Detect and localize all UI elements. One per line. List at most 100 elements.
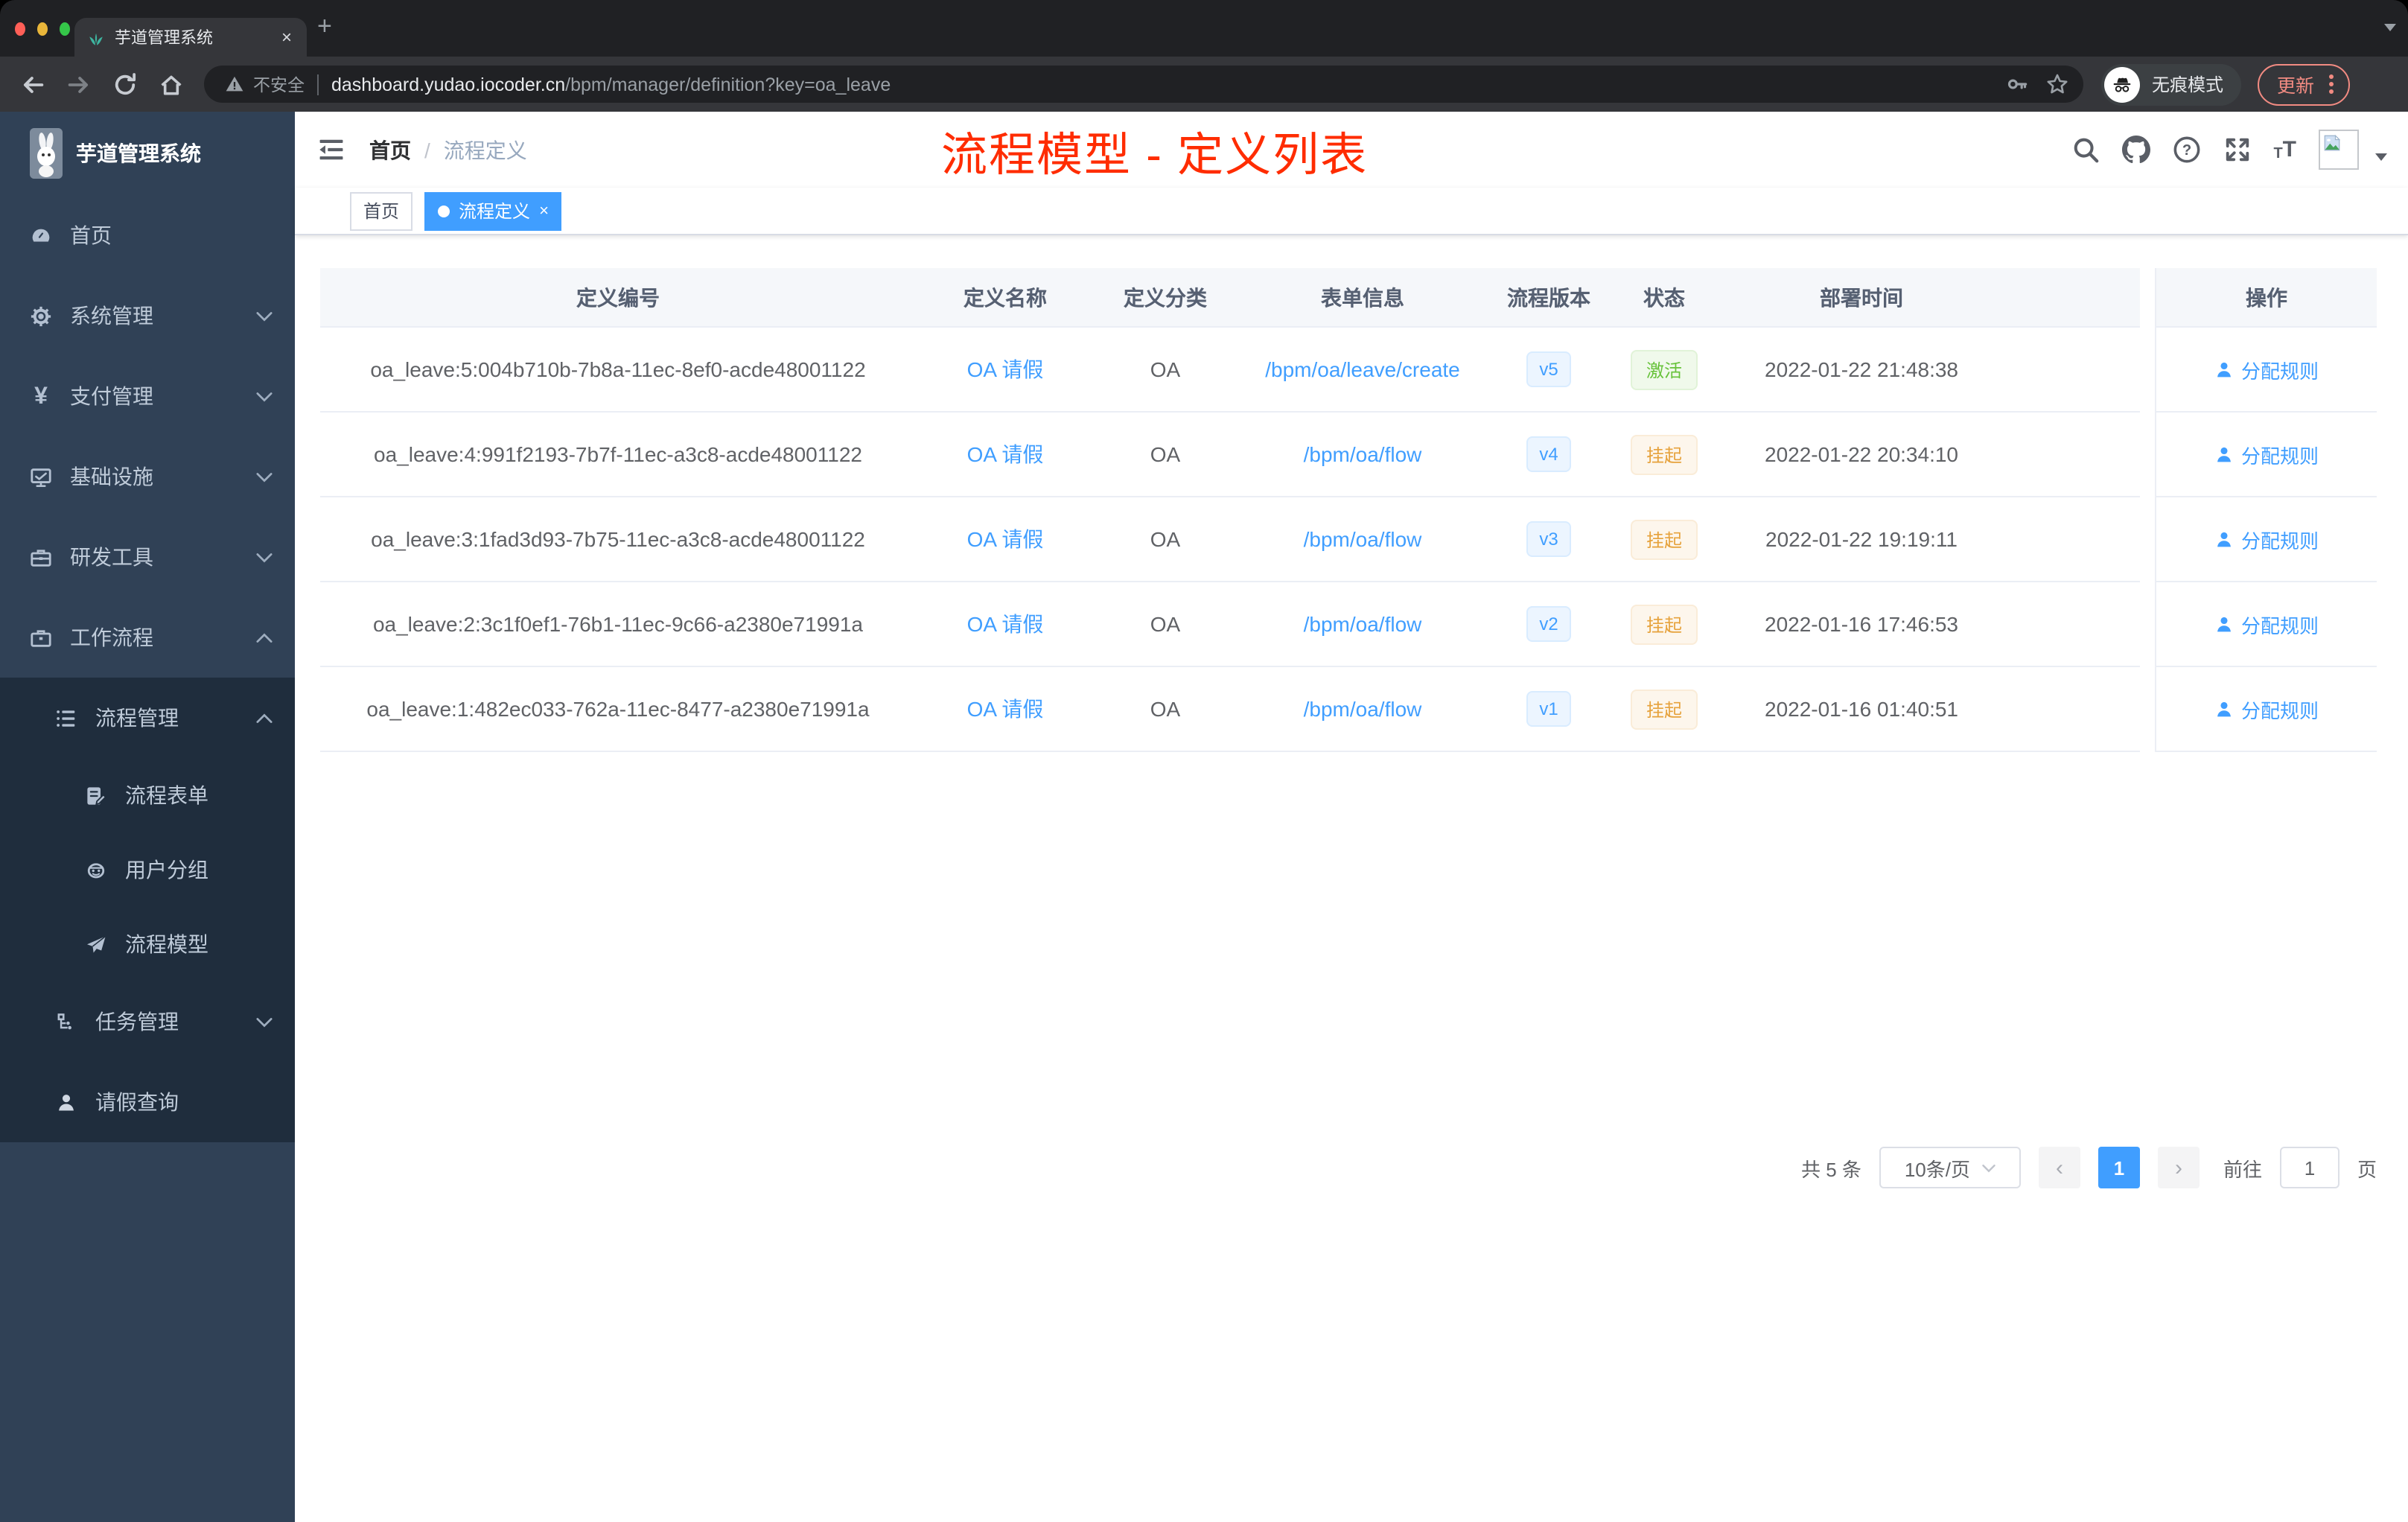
table-row: oa_leave:5:004b710b-7b8a-11ec-8ef0-acde4… <box>320 328 2377 413</box>
sidebar-item-home[interactable]: 首页 <box>0 195 295 276</box>
status-badge: 挂起 <box>1631 519 1697 559</box>
browser-tab[interactable]: 芋道管理系统 × <box>74 18 307 57</box>
help-icon[interactable]: ? <box>2172 136 2200 164</box>
forward-icon[interactable] <box>66 71 92 98</box>
definition-name-link[interactable]: OA 请假 <box>967 612 1044 636</box>
sidebar-item-task-management[interactable]: 任务管理 <box>0 981 295 1062</box>
chevron-down-icon <box>256 311 273 321</box>
user-icon <box>59 1094 74 1110</box>
window-close-button[interactable] <box>15 22 25 36</box>
form-link[interactable]: /bpm/oa/flow <box>1304 527 1422 551</box>
avatar[interactable] <box>2319 130 2359 170</box>
definition-name-link[interactable]: OA 请假 <box>967 357 1044 381</box>
tab-search-caret-icon[interactable] <box>2384 24 2396 31</box>
sidebar-toggle-icon[interactable] <box>317 136 345 164</box>
form-link[interactable]: /bpm/oa/flow <box>1304 697 1422 721</box>
page-size-select[interactable]: 10条/页 <box>1879 1147 2021 1188</box>
window-minimize-button[interactable] <box>37 22 48 36</box>
chevron-up-icon <box>256 713 273 722</box>
url-bar[interactable]: 不安全 dashboard.yudao.iocoder.cn/bpm/manag… <box>204 66 2083 103</box>
svg-text:?: ? <box>2182 142 2191 159</box>
sidebar-item-label: 流程管理 <box>95 706 179 730</box>
window-zoom-button[interactable] <box>60 22 70 36</box>
app-logo[interactable]: 芋道管理系统 <box>0 112 295 195</box>
sidebar-item-leave-query[interactable]: 请假查询 <box>0 1062 295 1142</box>
assign-rule-button[interactable]: 分配规则 <box>2214 355 2319 383</box>
page-annotation: 流程模型 - 定义列表 <box>941 128 1369 180</box>
assign-rule-button[interactable]: 分配规则 <box>2214 525 2319 553</box>
bookmark-star-icon[interactable] <box>2046 73 2068 95</box>
status-badge: 挂起 <box>1631 604 1697 644</box>
current-page[interactable]: 1 <box>2098 1147 2140 1188</box>
browser-update-button[interactable]: 更新 <box>2258 63 2351 105</box>
sidebar-item-user-group[interactable]: 用户分组 <box>0 832 295 907</box>
tab-close-icon[interactable]: × <box>278 27 295 48</box>
next-page-button[interactable]: › <box>2157 1147 2200 1188</box>
col-header-status: 状态 <box>1643 285 1685 309</box>
back-icon[interactable] <box>19 71 46 98</box>
font-size-icon[interactable]: TT <box>2273 137 2296 162</box>
goto-page-input[interactable] <box>2279 1147 2339 1188</box>
assign-rule-button[interactable]: 分配规则 <box>2214 610 2319 638</box>
sidebar-item-label: 基础设施 <box>70 465 153 488</box>
col-header-id: 定义编号 <box>576 285 660 309</box>
form-link[interactable]: /bpm/oa/flow <box>1304 442 1422 466</box>
table-row: oa_leave:3:1fad3d93-7b75-11ec-a3c8-acde4… <box>320 497 2377 582</box>
fullscreen-icon[interactable] <box>2223 136 2251 164</box>
reload-icon[interactable] <box>112 71 138 98</box>
definition-name-link[interactable]: OA 请假 <box>967 697 1044 721</box>
list-tree-icon <box>57 710 75 726</box>
table-row: oa_leave:1:482ec033-762a-11ec-8477-a2380… <box>320 667 2377 752</box>
tag-label: 首页 <box>363 201 400 222</box>
sidebar-item-process-form[interactable]: 流程表单 <box>0 758 295 832</box>
avatar-dropdown-caret-icon[interactable] <box>2375 153 2387 161</box>
sidebar-item-label: 工作流程 <box>70 625 153 649</box>
assign-rule-button[interactable]: 分配规则 <box>2214 440 2319 468</box>
tag-process-definition[interactable]: 流程定义 × <box>424 191 562 230</box>
new-tab-button[interactable]: + <box>317 12 332 42</box>
window-controls <box>15 22 70 36</box>
sidebar-item-devtools[interactable]: 研发工具 <box>0 517 295 597</box>
tag-close-icon[interactable]: × <box>539 202 549 220</box>
col-header-category: 定义分类 <box>1124 285 1207 309</box>
sidebar-item-label: 任务管理 <box>95 1010 179 1034</box>
version-tag: v3 <box>1526 521 1572 557</box>
browser-menu-icon[interactable] <box>2326 71 2337 97</box>
url-divider <box>316 74 318 95</box>
chevron-down-icon <box>256 472 273 482</box>
cell-category: OA <box>1150 442 1181 466</box>
status-badge: 挂起 <box>1631 689 1697 729</box>
definition-name-link[interactable]: OA 请假 <box>967 527 1044 551</box>
incognito-label: 无痕模式 <box>2152 74 2224 95</box>
active-dot-icon <box>438 205 450 217</box>
url-path: /bpm/manager/definition?key=oa_leave <box>565 74 891 95</box>
page-size-value: 10条/页 <box>1904 1158 1970 1180</box>
sidebar-item-process-management[interactable]: 流程管理 <box>0 678 295 758</box>
sidebar-item-label: 首页 <box>70 223 112 247</box>
version-tag: v2 <box>1526 606 1572 642</box>
sidebar-item-infrastructure[interactable]: 基础设施 <box>0 436 295 517</box>
user-icon <box>2217 361 2231 377</box>
password-key-icon[interactable] <box>2006 73 2028 95</box>
update-label: 更新 <box>2277 76 2315 97</box>
security-label[interactable]: 不安全 <box>253 72 305 96</box>
search-icon[interactable] <box>2071 136 2099 164</box>
form-link[interactable]: /bpm/oa/flow <box>1304 612 1422 636</box>
pagination: 共 5 条 10条/页 ‹ 1 › 前往 页 <box>320 1147 2377 1188</box>
sidebar-item-payment[interactable]: ¥ 支付管理 <box>0 356 295 436</box>
home-icon[interactable] <box>158 71 185 98</box>
sidebar: 芋道管理系统 首页 系统管理 ¥ 支付管理 基础设施 研发工具 工作流程 流程管… <box>0 112 295 1522</box>
breadcrumb-home[interactable]: 首页 <box>369 135 411 165</box>
form-link[interactable]: /bpm/oa/leave/create <box>1265 357 1460 381</box>
url-text[interactable]: dashboard.yudao.iocoder.cn/bpm/manager/d… <box>331 74 2006 95</box>
prev-page-button[interactable]: ‹ <box>2038 1147 2080 1188</box>
chevron-up-icon <box>256 632 273 642</box>
tag-home[interactable]: 首页 <box>350 191 413 230</box>
assign-rule-button[interactable]: 分配规则 <box>2214 695 2319 723</box>
sidebar-item-process-model[interactable]: 流程模型 <box>0 907 295 981</box>
definition-name-link[interactable]: OA 请假 <box>967 442 1044 466</box>
sidebar-item-system[interactable]: 系统管理 <box>0 276 295 356</box>
url-host: dashboard.yudao.iocoder.cn <box>331 74 566 95</box>
github-icon[interactable] <box>2121 136 2150 164</box>
sidebar-item-workflow[interactable]: 工作流程 <box>0 597 295 678</box>
